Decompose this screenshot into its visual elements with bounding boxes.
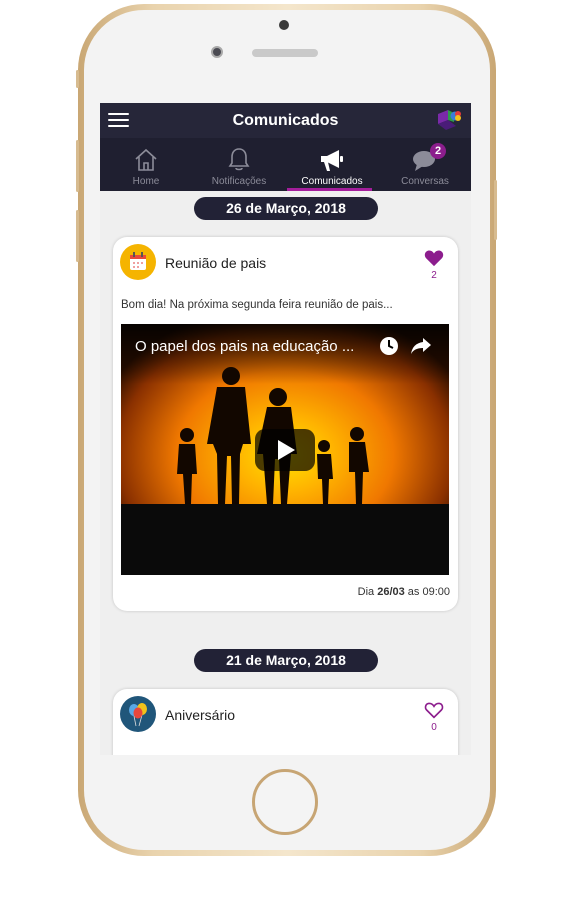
tab-conversas[interactable]: 2 Conversas bbox=[379, 138, 471, 191]
front-camera bbox=[279, 20, 289, 30]
heart-outline-icon bbox=[424, 702, 444, 719]
card-title: Aniversário bbox=[165, 707, 236, 723]
video-title: O papel dos pais na educação ... bbox=[135, 338, 355, 355]
balloons-icon bbox=[120, 696, 156, 732]
card-title: Reunião de pais bbox=[165, 255, 267, 271]
app-header: Comunicados bbox=[100, 103, 471, 138]
announcement-card[interactable]: Reunião de pais 2 Bom dia! Na próxima se… bbox=[113, 237, 458, 611]
like-count: 2 bbox=[431, 270, 437, 281]
announcement-card[interactable]: Aniversário 0 bbox=[113, 689, 458, 755]
app-screen: Comunicados Home Notificações Comunicado… bbox=[100, 103, 471, 755]
mute-switch bbox=[76, 70, 79, 88]
chat-icon bbox=[379, 146, 471, 172]
home-icon bbox=[100, 146, 192, 172]
volume-down-button bbox=[76, 210, 79, 262]
video-player[interactable]: O papel dos pais na educação ... bbox=[121, 324, 449, 575]
unread-badge: 2 bbox=[430, 143, 446, 159]
like-button[interactable]: 2 bbox=[423, 249, 445, 287]
video-thumbnail bbox=[121, 324, 449, 575]
bell-icon bbox=[193, 146, 285, 172]
date-separator: 26 de Março, 2018 bbox=[194, 197, 378, 220]
app-logo-icon bbox=[436, 108, 462, 132]
megaphone-icon bbox=[286, 146, 378, 172]
like-count: 0 bbox=[431, 722, 437, 733]
tab-home[interactable]: Home bbox=[100, 138, 192, 191]
power-button bbox=[494, 180, 497, 240]
volume-up-button bbox=[76, 140, 79, 192]
calendar-icon bbox=[120, 244, 156, 280]
card-timestamp: Dia 26/03 as 09:00 bbox=[357, 586, 450, 598]
card-body-text: Bom dia! Na próxima segunda feira reuniã… bbox=[121, 299, 393, 311]
watch-later-icon[interactable] bbox=[379, 336, 399, 356]
tab-comunicados[interactable]: Comunicados bbox=[286, 138, 378, 191]
proximity-sensor bbox=[211, 46, 223, 58]
date-separator: 21 de Março, 2018 bbox=[194, 649, 378, 672]
share-icon[interactable] bbox=[410, 336, 432, 356]
tab-bar: Home Notificações Comunicados 2 Conversa… bbox=[100, 138, 471, 191]
earpiece-speaker bbox=[252, 49, 318, 57]
like-button[interactable]: 0 bbox=[423, 701, 445, 739]
home-hardware-button[interactable] bbox=[252, 769, 318, 835]
heart-filled-icon bbox=[424, 250, 444, 267]
active-tab-indicator bbox=[287, 188, 372, 191]
tab-notificacoes[interactable]: Notificações bbox=[193, 138, 285, 191]
page-title: Comunicados bbox=[232, 112, 339, 129]
